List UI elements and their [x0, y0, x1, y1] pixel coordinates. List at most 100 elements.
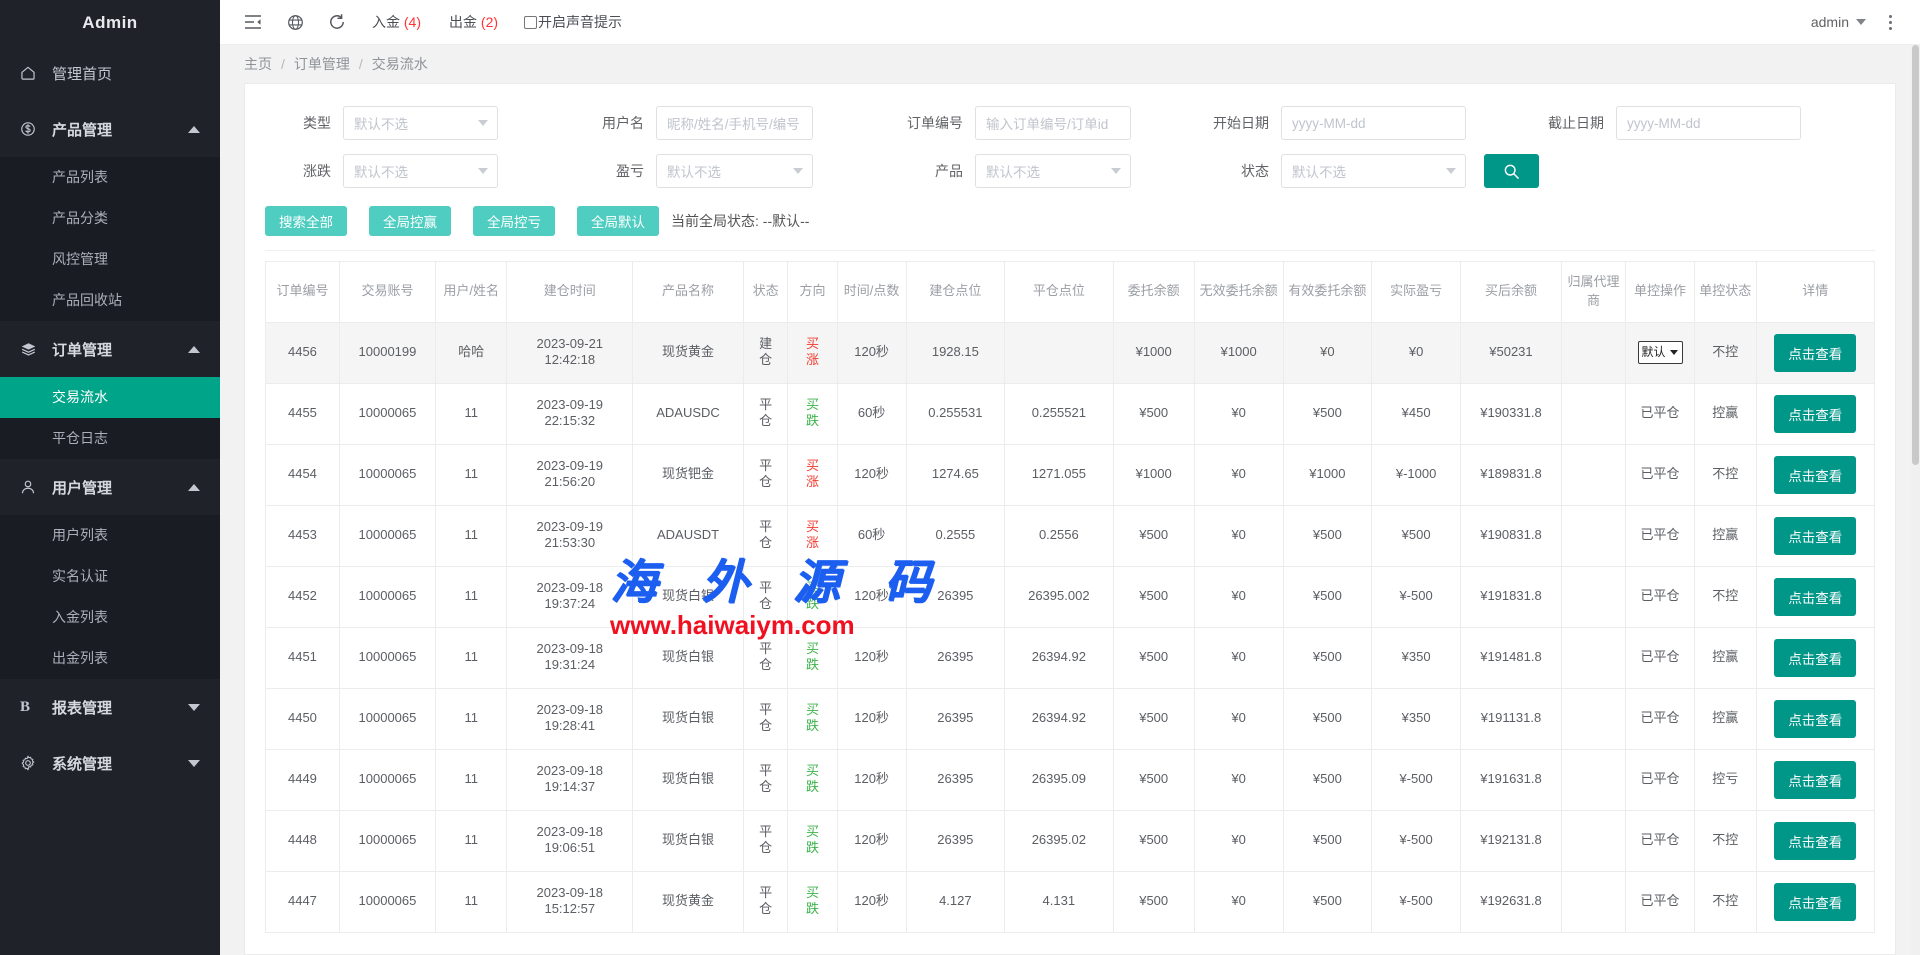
filter-rise-fall-select[interactable]: 默认不选 — [343, 154, 498, 188]
sidebar-item-报表管理[interactable]: B报表管理 — [0, 679, 220, 735]
deposit-link[interactable]: 入金 (4) — [358, 12, 435, 32]
sidebar-item-产品回收站[interactable]: 产品回收站 — [0, 280, 220, 321]
view-detail-button[interactable]: 点击查看 — [1774, 578, 1856, 616]
sidebar-item-用户列表[interactable]: 用户列表 — [0, 515, 220, 556]
filter-order-no-input[interactable]: 输入订单编号/订单id — [975, 106, 1131, 140]
search-all-button[interactable]: 搜索全部 — [265, 206, 347, 236]
view-detail-button[interactable]: 点击查看 — [1774, 395, 1856, 433]
open-date: 2023-09-1815:12:57 — [537, 885, 604, 918]
menu-collapse-icon[interactable] — [232, 0, 274, 45]
sidebar-item-产品管理[interactable]: 产品管理 — [0, 101, 220, 157]
view-detail-button[interactable]: 点击查看 — [1774, 883, 1856, 921]
more-vertical-icon[interactable] — [1876, 15, 1904, 30]
cell-control-operation[interactable]: 已平仓 — [1626, 566, 1695, 627]
table-row[interactable]: 444710000065112023-09-1815:12:57现货黄金平仓买跌… — [266, 871, 1875, 932]
cell-product: ADAUSDT — [633, 505, 744, 566]
refresh-icon[interactable] — [316, 0, 358, 45]
checkbox-box[interactable] — [524, 16, 537, 29]
view-detail-button[interactable]: 点击查看 — [1774, 700, 1856, 738]
table-row[interactable]: 444910000065112023-09-1819:14:37现货白银平仓买跌… — [266, 749, 1875, 810]
breadcrumb-parent[interactable]: 订单管理 — [294, 54, 350, 74]
cell-control-operation[interactable]: 已平仓 — [1626, 627, 1695, 688]
cell-order-no: 4454 — [266, 444, 340, 505]
breadcrumb-home[interactable]: 主页 — [244, 54, 272, 74]
cell-control-operation[interactable]: 默认 — [1626, 322, 1695, 383]
view-detail-button[interactable]: 点击查看 — [1774, 761, 1856, 799]
table-row[interactable]: 445510000065112023-09-1922:15:32ADAUSDC平… — [266, 383, 1875, 444]
cell-control-operation[interactable]: 已平仓 — [1626, 810, 1695, 871]
cell-balance-after: ¥191481.8 — [1460, 627, 1561, 688]
sidebar-item-实名认证[interactable]: 实名认证 — [0, 556, 220, 597]
scrollbar-thumb[interactable] — [1912, 45, 1919, 465]
sidebar-item-风控管理[interactable]: 风控管理 — [0, 239, 220, 280]
control-operation-select[interactable]: 默认 — [1638, 341, 1683, 364]
page-scrollbar[interactable] — [1911, 45, 1920, 955]
sidebar-item-平仓日志[interactable]: 平仓日志 — [0, 418, 220, 459]
table-header-cell: 无效委托余额 — [1194, 262, 1283, 323]
global-win-button[interactable]: 全局控赢 — [369, 206, 451, 236]
cell-detail: 点击查看 — [1756, 627, 1874, 688]
cell-open-price: 26395 — [906, 749, 1005, 810]
sound-alert-checkbox[interactable]: 开启声音提示 — [524, 12, 622, 32]
cell-control-operation[interactable]: 已平仓 — [1626, 383, 1695, 444]
cell-order-no: 4450 — [266, 688, 340, 749]
cell-open-price: 26395 — [906, 627, 1005, 688]
table-row[interactable]: 445110000065112023-09-1819:31:24现货白银平仓买跌… — [266, 627, 1875, 688]
view-detail-button[interactable]: 点击查看 — [1774, 517, 1856, 555]
direction-text: 买跌 — [806, 824, 819, 857]
filter-status-select[interactable]: 默认不选 — [1281, 154, 1466, 188]
cell-product: ADAUSDC — [633, 383, 744, 444]
user-menu[interactable]: admin — [1811, 14, 1876, 30]
view-detail-button[interactable]: 点击查看 — [1774, 822, 1856, 860]
cell-open-time: 2023-09-1921:53:30 — [507, 505, 633, 566]
sidebar-item-订单管理[interactable]: 订单管理 — [0, 321, 220, 377]
cell-control-operation[interactable]: 已平仓 — [1626, 749, 1695, 810]
filter-type-select[interactable]: 默认不选 — [343, 106, 498, 140]
globe-icon[interactable] — [274, 0, 316, 45]
sidebar-item-出金列表[interactable]: 出金列表 — [0, 638, 220, 679]
table-row[interactable]: 445310000065112023-09-1921:53:30ADAUSDT平… — [266, 505, 1875, 566]
sidebar-item-入金列表[interactable]: 入金列表 — [0, 597, 220, 638]
cell-balance-after: ¥191131.8 — [1460, 688, 1561, 749]
sidebar-item-产品分类[interactable]: 产品分类 — [0, 198, 220, 239]
sidebar-item-管理首页[interactable]: 管理首页 — [0, 45, 220, 101]
cell-order-no: 4448 — [266, 810, 340, 871]
content-card: 类型 默认不选 用户名 昵称/姓名/手机号/编号 订单编号 — [244, 83, 1896, 955]
table-row[interactable]: 444810000065112023-09-1819:06:51现货白银平仓买跌… — [266, 810, 1875, 871]
view-detail-button[interactable]: 点击查看 — [1774, 334, 1856, 372]
breadcrumb: 主页 / 订单管理 / 交易流水 — [220, 45, 1920, 83]
cell-control-operation[interactable]: 已平仓 — [1626, 871, 1695, 932]
cell-control-operation[interactable]: 已平仓 — [1626, 505, 1695, 566]
view-detail-button[interactable]: 点击查看 — [1774, 456, 1856, 494]
table-row[interactable]: 445010000065112023-09-1819:28:41现货白银平仓买跌… — [266, 688, 1875, 749]
table-row[interactable]: 445410000065112023-09-1921:56:20现货钯金平仓买涨… — [266, 444, 1875, 505]
filter-username-input[interactable]: 昵称/姓名/手机号/编号 — [656, 106, 813, 140]
view-detail-button[interactable]: 点击查看 — [1774, 639, 1856, 677]
cell-account: 10000065 — [339, 871, 435, 932]
table-row[interactable]: 445610000199哈哈2023-09-2112:42:18现货黄金建仓买涨… — [266, 322, 1875, 383]
chevron-down-icon — [478, 168, 488, 174]
withdraw-link[interactable]: 出金 (2) — [435, 12, 512, 32]
global-loss-button[interactable]: 全局控亏 — [473, 206, 555, 236]
sidebar-item-产品列表[interactable]: 产品列表 — [0, 157, 220, 198]
sidebar-item-交易流水[interactable]: 交易流水 — [0, 377, 220, 418]
search-button[interactable] — [1484, 154, 1539, 188]
filter-start-date-input[interactable]: yyyy-MM-dd — [1281, 106, 1466, 140]
filter-profit-loss-select[interactable]: 默认不选 — [656, 154, 813, 188]
filter-row-1: 类型 默认不选 用户名 昵称/姓名/手机号/编号 订单编号 — [265, 106, 1875, 140]
cell-duration: 120秒 — [837, 627, 906, 688]
table-row[interactable]: 445210000065112023-09-1819:37:24现货白银平仓买跌… — [266, 566, 1875, 627]
cell-balance-after: ¥190331.8 — [1460, 383, 1561, 444]
sound-alert-label: 开启声音提示 — [538, 12, 622, 32]
status-text: 平仓 — [759, 824, 772, 857]
sidebar-item-系统管理[interactable]: 系统管理 — [0, 735, 220, 791]
cell-control-operation[interactable]: 已平仓 — [1626, 688, 1695, 749]
sidebar-item-用户管理[interactable]: 用户管理 — [0, 459, 220, 515]
cell-agent — [1561, 566, 1625, 627]
cell-control-operation[interactable]: 已平仓 — [1626, 444, 1695, 505]
global-default-button[interactable]: 全局默认 — [577, 206, 659, 236]
filter-product-select[interactable]: 默认不选 — [975, 154, 1131, 188]
cell-duration: 120秒 — [837, 871, 906, 932]
filter-end-date-input[interactable]: yyyy-MM-dd — [1616, 106, 1801, 140]
table-header-cell: 时间/点数 — [837, 262, 906, 323]
